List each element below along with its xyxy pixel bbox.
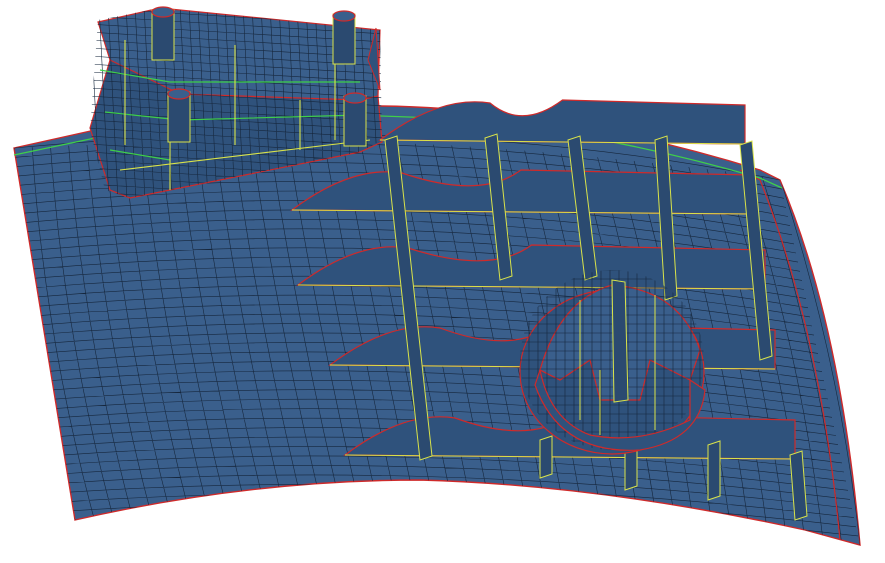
- boss-pin-4-top: [343, 92, 367, 104]
- rib-post-8: [707, 440, 721, 501]
- rib-wall-3: [296, 244, 766, 290]
- circular-boss-slot: [611, 279, 629, 403]
- rib-wall-1: [378, 99, 746, 145]
- shell-mesh-model[interactable]: [0, 0, 885, 563]
- rib-wall-2: [290, 169, 751, 215]
- rib-post-6: [539, 435, 553, 479]
- boss-pin-2-top: [332, 10, 356, 22]
- boss-pin-1-top: [151, 6, 175, 18]
- boss-pin-3-top: [167, 88, 191, 100]
- model-viewport[interactable]: [0, 0, 885, 563]
